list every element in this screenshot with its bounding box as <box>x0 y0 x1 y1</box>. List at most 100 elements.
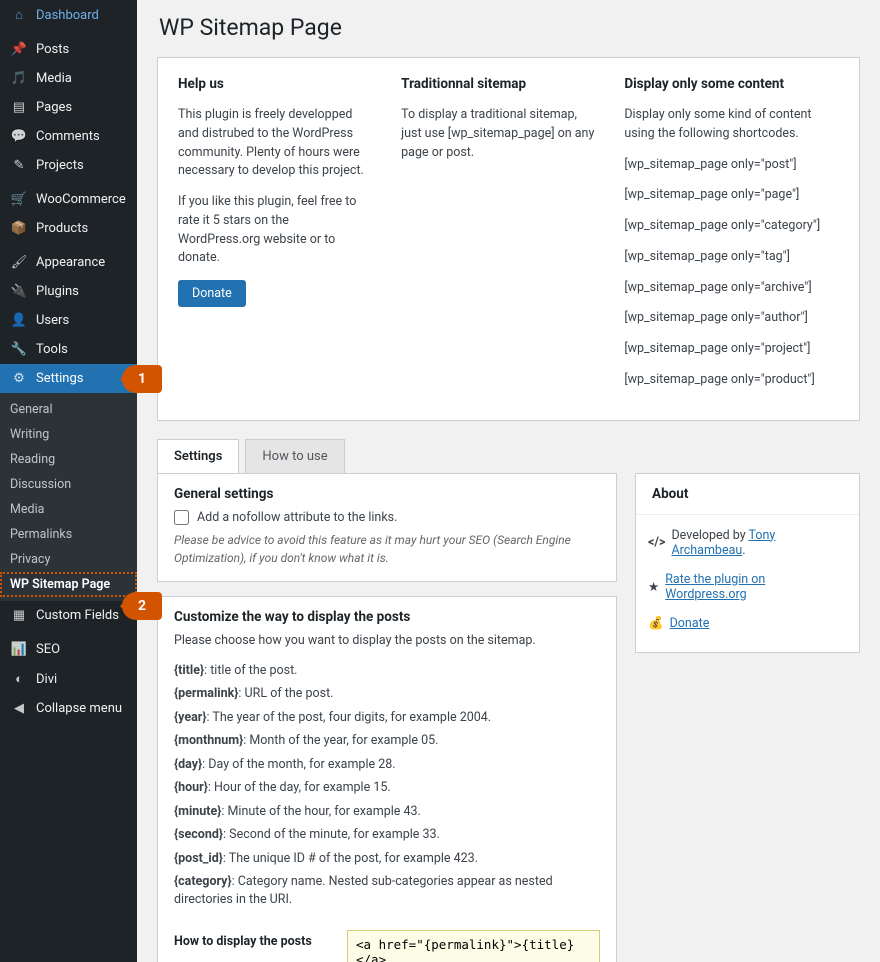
user-icon: 👤 <box>10 313 28 328</box>
sidebar-item-comments[interactable]: 💬 Comments <box>0 122 137 151</box>
settings-icon: ⚙ <box>10 371 28 386</box>
sidebar-item-media[interactable]: 🎵 Media <box>0 64 137 93</box>
sidebar-item-settings[interactable]: ⚙Settings1 <box>0 364 137 393</box>
sidebar-item-users[interactable]: 👤 Users <box>0 306 137 335</box>
sidebar-item-custom-fields[interactable]: ▦ Custom Fields <box>0 601 137 630</box>
shortcode-item: [wp_sitemap_page only="author"] <box>624 309 839 328</box>
submenu-item-writing[interactable]: Writing <box>0 422 137 447</box>
code-icon: </> <box>648 535 665 550</box>
sidebar-item-label: Users <box>36 313 69 328</box>
shortcode-item: [wp_sitemap_page only="product"] <box>624 371 839 390</box>
template-var: {minute}: Minute of the hour, for exampl… <box>174 803 600 821</box>
tab-bar: Settings How to use <box>157 439 860 474</box>
about-developer: </> Developed by Tony Archambeau. <box>648 521 847 565</box>
star-icon: ★ <box>648 579 659 595</box>
template-var: {category}: Category name. Nested sub-ca… <box>174 873 600 908</box>
sidebar-item-pages[interactable]: ▤ Pages <box>0 93 137 122</box>
sidebar-item-label: Products <box>36 221 88 236</box>
sidebar-item-plugins[interactable]: 🔌Plugins <box>0 277 137 306</box>
general-settings-heading: General settings <box>158 474 616 510</box>
shortcode-item: [wp_sitemap_page only="post"] <box>624 156 839 175</box>
sidebar-item-divi[interactable]: ◐ Divi <box>0 664 137 694</box>
submenu-item-general[interactable]: General <box>0 397 137 422</box>
customize-heading: Customize the way to display the posts <box>158 597 616 633</box>
traditional-text: To display a traditional sitemap, just u… <box>401 106 596 162</box>
woo-icon: 🛒 <box>10 192 28 207</box>
how-display-label: How to display the posts <box>174 930 329 949</box>
help-us-column: Help us This plugin is freely developped… <box>178 76 373 402</box>
nofollow-help: Please be advice to avoid this feature a… <box>174 531 600 567</box>
customize-panel: Customize the way to display the posts P… <box>157 596 617 962</box>
shortcode-item: [wp_sitemap_page only="project"] <box>624 340 839 359</box>
submenu-item-wp-sitemap-page[interactable]: WP Sitemap Page2 <box>0 572 137 597</box>
sidebar-item-label: Projects <box>36 158 84 173</box>
sidebar-item-woocommerce[interactable]: 🛒 WooCommerce <box>0 185 137 214</box>
info-panel: Help us This plugin is freely developped… <box>157 57 860 421</box>
sidebar-item-posts[interactable]: 📌 Posts <box>0 35 137 64</box>
displayonly-text: Display only some kind of content using … <box>624 106 839 144</box>
sidebar-item-label: Posts <box>36 42 69 57</box>
sidebar-item-collapse-menu[interactable]: ◀Collapse menu <box>0 694 137 723</box>
sidebar-item-label: Pages <box>36 100 72 115</box>
sidebar-item-label: Writing <box>10 427 49 442</box>
sidebar-item-label: General <box>10 402 53 417</box>
sidebar-item-label: Reading <box>10 452 55 467</box>
shortcode-item: [wp_sitemap_page only="tag"] <box>624 248 839 267</box>
displayonly-column: Display only some content Display only s… <box>624 76 839 402</box>
pin-icon: 📌 <box>10 42 28 57</box>
submenu-item-permalinks[interactable]: Permalinks <box>0 522 137 547</box>
sidebar-item-label: Permalinks <box>10 527 72 542</box>
donate-link[interactable]: Donate <box>670 616 710 631</box>
page-icon: ▤ <box>10 100 28 115</box>
projects-icon: ✎ <box>10 158 28 173</box>
submenu-item-privacy[interactable]: Privacy <box>0 547 137 572</box>
template-var: {second}: Second of the minute, for exam… <box>174 826 600 844</box>
template-var: {post_id}: The unique ID # of the post, … <box>174 850 600 868</box>
sidebar-item-products[interactable]: 📦 Products <box>0 214 137 243</box>
donate-icon: 💰 <box>648 616 664 631</box>
sidebar-item-label: WooCommerce <box>36 192 126 207</box>
comment-icon: 💬 <box>10 129 28 144</box>
shortcode-item: [wp_sitemap_page only="page"] <box>624 186 839 205</box>
main-content: WP Sitemap Page Help us This plugin is f… <box>137 0 880 962</box>
tab-settings[interactable]: Settings <box>157 439 239 474</box>
divi-icon: ◐ <box>10 671 28 687</box>
sidebar-item-label: Custom Fields <box>36 608 119 623</box>
traditional-column: Traditionnal sitemap To display a tradit… <box>401 76 596 402</box>
traditional-heading: Traditionnal sitemap <box>401 76 596 92</box>
about-heading: About <box>636 474 859 515</box>
sidebar-item-dashboard[interactable]: ⌂Dashboard <box>0 0 137 30</box>
submenu-item-reading[interactable]: Reading <box>0 447 137 472</box>
sidebar-item-label: Comments <box>36 129 100 144</box>
nofollow-label: Add a nofollow attribute to the links. <box>197 510 397 525</box>
shortcode-item: [wp_sitemap_page only="category"] <box>624 217 839 236</box>
plugin-icon: 🔌 <box>10 284 28 299</box>
nofollow-checkbox[interactable] <box>174 510 189 525</box>
sidebar-item-seo[interactable]: 📊SEO <box>0 635 137 664</box>
callout-1: 1 <box>122 365 162 393</box>
custom-icon: ▦ <box>10 608 28 623</box>
template-var: {year}: The year of the post, four digit… <box>174 709 600 727</box>
rate-link[interactable]: Rate the plugin on Wordpress.org <box>665 572 847 602</box>
settings-submenu: General Writing Reading DiscussionMedia Perm… <box>0 393 137 601</box>
template-var: {hour}: Hour of the day, for example 15. <box>174 779 600 797</box>
submenu-item-media[interactable]: Media <box>0 497 137 522</box>
sidebar-item-tools[interactable]: 🔧Tools <box>0 335 137 364</box>
submenu-item-discussion[interactable]: Discussion <box>0 472 137 497</box>
donate-button[interactable]: Donate <box>178 280 246 307</box>
sidebar-item-appearance[interactable]: 🖌Appearance <box>0 248 137 277</box>
sidebar-item-label: SEO <box>36 642 60 657</box>
sidebar-item-label: Media <box>36 71 72 86</box>
product-icon: 📦 <box>10 221 28 236</box>
template-var: {day}: Day of the month, for example 28. <box>174 756 600 774</box>
sidebar-item-projects[interactable]: ✎ Projects <box>0 151 137 180</box>
help-us-text2: If you like this plugin, feel free to ra… <box>178 193 373 268</box>
sidebar-item-label: Appearance <box>36 255 105 270</box>
general-settings-panel: General settings Add a nofollow attribut… <box>157 473 617 582</box>
tab-howto[interactable]: How to use <box>245 439 344 474</box>
media-icon: 🎵 <box>10 71 28 86</box>
sidebar-item-label: Divi <box>36 672 57 687</box>
sidebar-item-label: Settings <box>36 371 83 386</box>
sidebar-item-label: Dashboard <box>36 8 99 23</box>
how-display-textarea[interactable] <box>347 930 600 962</box>
